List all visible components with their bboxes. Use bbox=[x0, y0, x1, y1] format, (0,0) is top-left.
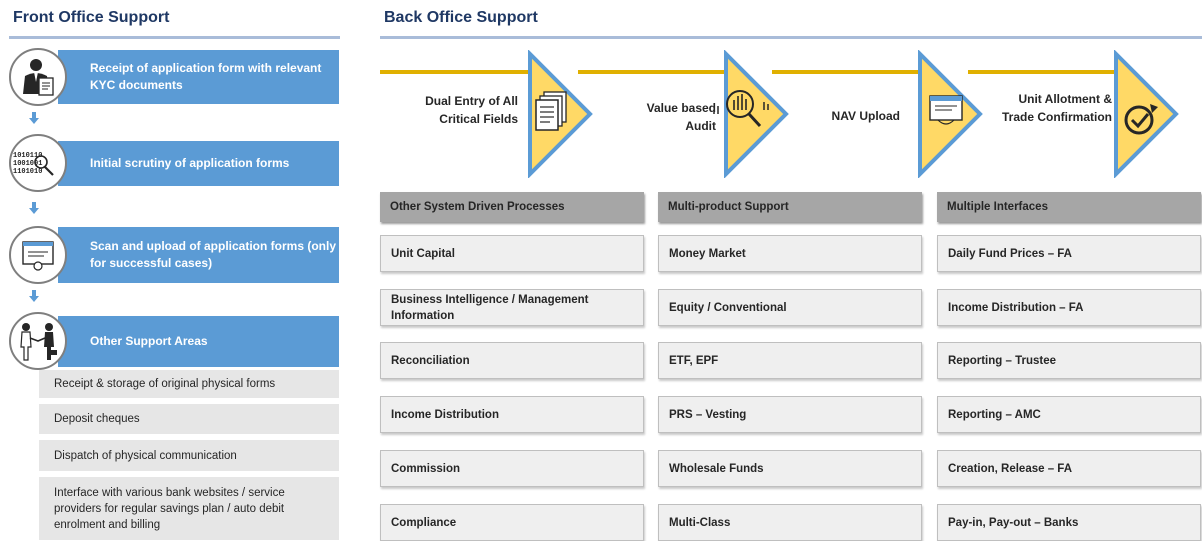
cell-label: Compliance bbox=[391, 516, 457, 529]
cell-label: ETF, EPF bbox=[669, 354, 719, 367]
process-label-4: Unit Allotment & Trade Confirmation bbox=[1001, 92, 1112, 124]
back-office-rule bbox=[380, 36, 1202, 39]
front-step-1: Receipt of application form with relevan… bbox=[58, 50, 339, 104]
support-area-label: Dispatch of physical communication bbox=[54, 449, 237, 462]
table-cell: Pay-in, Pay-out – Banks bbox=[937, 504, 1201, 541]
process-line-2 bbox=[578, 70, 726, 74]
column-header-system-processes: Other System Driven Processes bbox=[380, 192, 644, 222]
support-area-item: Dispatch of physical communication bbox=[39, 440, 339, 471]
binary-magnifier-icon: 1010110 1001001 1101010 bbox=[9, 134, 67, 192]
cell-label: Reconciliation bbox=[391, 354, 470, 367]
cell-label: Reporting – Trustee bbox=[948, 354, 1056, 367]
table-cell: Equity / Conventional bbox=[658, 289, 922, 326]
documents-icon bbox=[535, 91, 567, 131]
process-line-1 bbox=[380, 70, 530, 74]
front-office-rule bbox=[9, 36, 340, 39]
table-cell: Compliance bbox=[380, 504, 644, 541]
support-area-item: Receipt & storage of original physical f… bbox=[39, 370, 339, 398]
cell-label: Money Market bbox=[669, 247, 746, 260]
cell-label: Income Distribution bbox=[391, 408, 499, 421]
support-area-label: Deposit cheques bbox=[54, 413, 140, 425]
front-step-2-label: Initial scrutiny of application forms bbox=[90, 156, 290, 170]
back-office-title: Back Office Support bbox=[384, 9, 538, 26]
cell-label: PRS – Vesting bbox=[669, 408, 747, 421]
cell-label: Equity / Conventional bbox=[669, 301, 787, 314]
table-cell: Daily Fund Prices – FA bbox=[937, 235, 1201, 272]
handshake-icon bbox=[9, 312, 67, 370]
front-step-4: Other Support Areas bbox=[58, 316, 339, 367]
cell-label: Unit Capital bbox=[391, 247, 455, 260]
table-cell: Income Distribution – FA bbox=[937, 289, 1201, 326]
column-header-label: Other System Driven Processes bbox=[390, 201, 565, 213]
front-step-3-label: Scan and upload of application forms (on… bbox=[90, 239, 337, 270]
table-cell: Reporting – AMC bbox=[937, 396, 1201, 433]
arrow-down-icon bbox=[29, 290, 39, 302]
column-header-label: Multi-product Support bbox=[668, 201, 789, 213]
front-step-4-label: Other Support Areas bbox=[90, 334, 208, 348]
front-step-3: Scan and upload of application forms (on… bbox=[58, 227, 339, 283]
arrow-down-icon bbox=[29, 112, 39, 124]
column-header-label: Multiple Interfaces bbox=[947, 201, 1048, 213]
table-cell: PRS – Vesting bbox=[658, 396, 922, 433]
table-cell: Money Market bbox=[658, 235, 922, 272]
process-line-4 bbox=[968, 70, 1116, 74]
support-area-label: Interface with various bank websites / s… bbox=[54, 486, 285, 531]
upload-screen-icon bbox=[929, 95, 963, 125]
process-label-2: Value based Audit bbox=[646, 101, 716, 133]
support-area-label: Receipt & storage of original physical f… bbox=[54, 378, 276, 390]
cell-label: Income Distribution – FA bbox=[948, 301, 1084, 314]
cell-label: Creation, Release – FA bbox=[948, 462, 1072, 475]
table-cell: Income Distribution bbox=[380, 396, 644, 433]
table-cell: Business Intelligence / Management Infor… bbox=[380, 289, 644, 326]
cell-label: Wholesale Funds bbox=[669, 462, 764, 475]
front-step-2: Initial scrutiny of application forms bbox=[58, 141, 339, 186]
table-cell: Unit Capital bbox=[380, 235, 644, 272]
person-document-icon bbox=[9, 48, 67, 106]
support-area-item: Deposit cheques bbox=[39, 404, 339, 434]
cell-label: Reporting – AMC bbox=[948, 408, 1041, 421]
arrow-down-icon bbox=[29, 202, 39, 214]
table-cell: Multi-Class bbox=[658, 504, 922, 541]
process-chevron-4 bbox=[1114, 50, 1179, 178]
table-cell: ETF, EPF bbox=[658, 342, 922, 379]
cell-label: Pay-in, Pay-out – Banks bbox=[948, 516, 1079, 529]
cell-label: Multi-Class bbox=[669, 516, 731, 529]
table-cell: Wholesale Funds bbox=[658, 450, 922, 487]
scan-screen-icon bbox=[9, 226, 67, 284]
cell-label: Business Intelligence / Management Infor… bbox=[391, 293, 589, 322]
table-cell: Creation, Release – FA bbox=[937, 450, 1201, 487]
front-office-title: Front Office Support bbox=[13, 9, 170, 26]
table-cell: Commission bbox=[380, 450, 644, 487]
support-area-item: Interface with various bank websites / s… bbox=[39, 477, 339, 540]
process-line-3 bbox=[772, 70, 920, 74]
cell-label: Commission bbox=[391, 462, 461, 475]
process-label-1: Dual Entry of All Critical Fields bbox=[425, 94, 518, 126]
cell-label: Daily Fund Prices – FA bbox=[948, 247, 1072, 260]
column-header-multiple-interfaces: Multiple Interfaces bbox=[937, 192, 1201, 222]
table-cell: Reconciliation bbox=[380, 342, 644, 379]
binary-line-3: 1101010 bbox=[13, 168, 42, 176]
column-header-multi-product: Multi-product Support bbox=[658, 192, 922, 222]
table-cell: Reporting – Trustee bbox=[937, 342, 1201, 379]
front-step-1-label: Receipt of application form with relevan… bbox=[90, 61, 322, 92]
process-label-3: NAV Upload bbox=[831, 109, 900, 123]
